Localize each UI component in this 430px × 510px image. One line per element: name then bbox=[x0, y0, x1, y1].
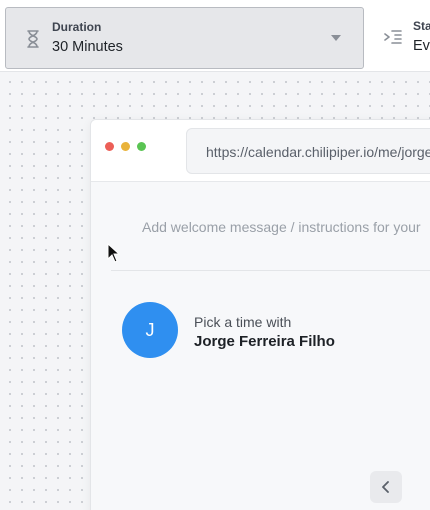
chevron-down-icon bbox=[331, 35, 341, 41]
divider bbox=[111, 270, 430, 271]
minimize-dot-icon bbox=[121, 142, 130, 151]
welcome-message-input[interactable]: Add welcome message / instructions for y… bbox=[142, 219, 421, 235]
chevron-left-icon bbox=[382, 481, 389, 493]
host-name: Jorge Ferreira Filho bbox=[194, 333, 335, 350]
settings-toolbar: Duration 30 Minutes Sta Ev bbox=[0, 0, 430, 72]
duration-select[interactable]: Duration 30 Minutes bbox=[5, 7, 364, 69]
duration-value: 30 Minutes bbox=[52, 39, 123, 55]
start-label: Sta bbox=[413, 19, 430, 33]
maximize-dot-icon bbox=[137, 142, 146, 151]
hourglass-icon bbox=[27, 30, 39, 48]
url-field[interactable]: https://calendar.chilipiper.io/me/jorge bbox=[186, 128, 430, 174]
indent-icon bbox=[384, 30, 402, 44]
previous-button[interactable] bbox=[370, 471, 402, 503]
start-select[interactable]: Sta Ev bbox=[366, 7, 430, 69]
duration-label: Duration bbox=[52, 20, 102, 34]
close-dot-icon bbox=[105, 142, 114, 151]
start-value: Ev bbox=[413, 38, 430, 54]
url-text: https://calendar.chilipiper.io/me/jorge bbox=[206, 144, 430, 160]
browser-toolbar: https://calendar.chilipiper.io/me/jorge bbox=[91, 120, 430, 182]
avatar: J bbox=[122, 302, 178, 358]
pick-time-label: Pick a time with bbox=[194, 314, 292, 330]
booking-preview-window: https://calendar.chilipiper.io/me/jorge … bbox=[90, 119, 430, 510]
mouse-cursor-icon bbox=[107, 243, 120, 263]
